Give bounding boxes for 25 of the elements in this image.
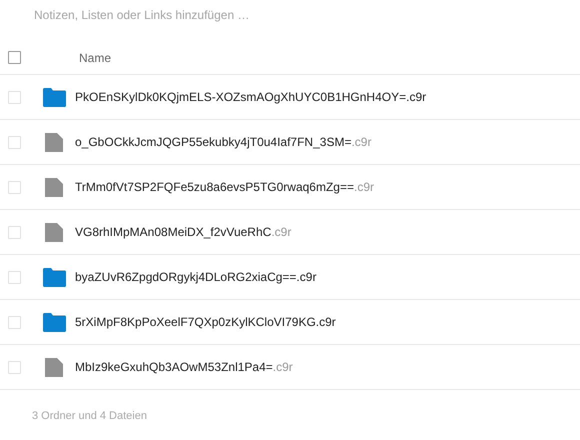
file-name[interactable]: byaZUvR6ZpgdORgykj4DLoRG2xiaCg==.c9r [75, 270, 316, 284]
row-checkbox[interactable] [8, 90, 21, 104]
file-icon [45, 178, 63, 196]
row-checkbox[interactable] [8, 360, 21, 374]
folder-icon [43, 88, 66, 106]
file-name[interactable]: TrMm0fVt7SP2FQFe5zu8a6evsP5TG0rwaq6mZg==.c9r [75, 180, 374, 194]
file-icon [45, 222, 63, 242]
column-header[interactable]: Name [79, 50, 112, 64]
file-name[interactable]: VG8rhIMpMAn08MeiDX_f2vVueRhC.c9r [75, 225, 292, 239]
row-checkbox[interactable] [8, 270, 21, 284]
file-icon [45, 358, 63, 376]
select-all-checkbox[interactable] [8, 51, 21, 64]
row-checkbox[interactable] [8, 226, 21, 238]
file-name[interactable]: 5rXiMpF8KpPoXeelF7QXp0zKylKCloVI79KG.c9r [75, 315, 336, 329]
file-icon [45, 132, 63, 152]
folder-icon [43, 312, 66, 332]
row-checkbox[interactable] [8, 316, 21, 328]
row-checkbox[interactable] [8, 180, 21, 194]
row-checkbox[interactable] [8, 136, 21, 148]
file-name[interactable]: o_GbOCkkJcmJQGP55ekubky4jT0u4Iaf7FN_3SM=.c9r [75, 135, 372, 149]
folder-icon [43, 268, 66, 286]
notes-field[interactable]: Notizen, Listen oder Links hinzufügen … [28, 5, 428, 25]
file-name[interactable]: PkOEnSKylDk0KQjmELS-XOZsmAOgXhUYC0B1HGnH4OY=.c9r [75, 90, 426, 104]
file-name[interactable]: MbIz9keGxuhQb3AOwM53Znl1Pa4=.c9r [75, 360, 293, 374]
item-count: 3 Ordner und 4 Dateien [32, 410, 148, 422]
